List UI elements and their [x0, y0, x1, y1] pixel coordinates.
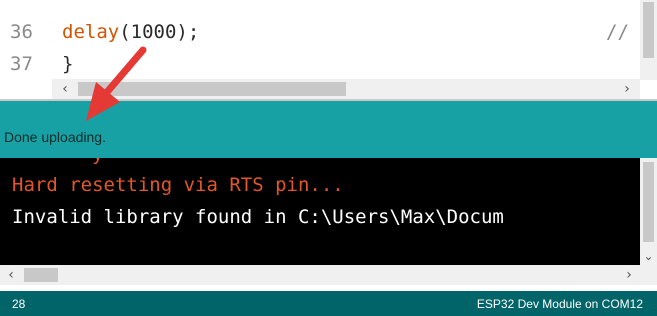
code-args: (1000); — [119, 21, 200, 43]
board-port-indicator: ESP32 Dev Module on COM12 — [476, 297, 643, 311]
scroll-left-icon[interactable]: ‹ — [2, 265, 20, 285]
code-function: delay — [62, 21, 120, 43]
scroll-right-icon[interactable]: › — [618, 79, 636, 99]
code-line: 36 delay(1000); // — [0, 16, 640, 48]
code-brace: } — [62, 53, 74, 75]
editor-vertical-scrollbar[interactable] — [640, 0, 657, 80]
scroll-left-icon[interactable]: ‹ — [56, 79, 74, 99]
console-vertical-scrollbar[interactable]: ⌄ — [640, 158, 657, 265]
status-message: Done uploading. — [4, 129, 106, 145]
scrollbar-thumb[interactable] — [78, 82, 346, 96]
code-line: 37 } — [0, 48, 640, 80]
scroll-right-icon[interactable]: › — [620, 265, 638, 285]
code-text: delay(1000); — [62, 16, 199, 48]
line-number: 37 — [10, 53, 33, 75]
line-number: 36 — [10, 21, 33, 43]
code-comment: // — [606, 21, 629, 43]
footer-bar: 28 ESP32 Dev Module on COM12 — [0, 291, 657, 316]
scrollbar-thumb[interactable] — [24, 268, 58, 282]
scroll-down-icon[interactable]: ⌄ — [640, 249, 657, 263]
editor-horizontal-scrollbar[interactable]: ‹ › — [52, 79, 640, 99]
console-horizontal-scrollbar[interactable]: ‹ › — [0, 265, 640, 285]
scrollbar-thumb[interactable] — [643, 162, 654, 242]
console-output[interactable]: -------y Hard resetting via RTS pin... I… — [0, 158, 640, 265]
scrollbar-corner — [640, 265, 657, 285]
scrollbar-thumb[interactable] — [643, 2, 654, 58]
status-bar: Done uploading. — [0, 101, 657, 158]
console-line: Invalid library found in C:\Users\Max\Do… — [12, 206, 504, 228]
line-number-indicator: 28 — [12, 297, 26, 311]
console-line-partial: -------y — [12, 158, 104, 165]
console-line: Hard resetting via RTS pin... — [12, 174, 344, 196]
code-text: } — [62, 48, 73, 80]
